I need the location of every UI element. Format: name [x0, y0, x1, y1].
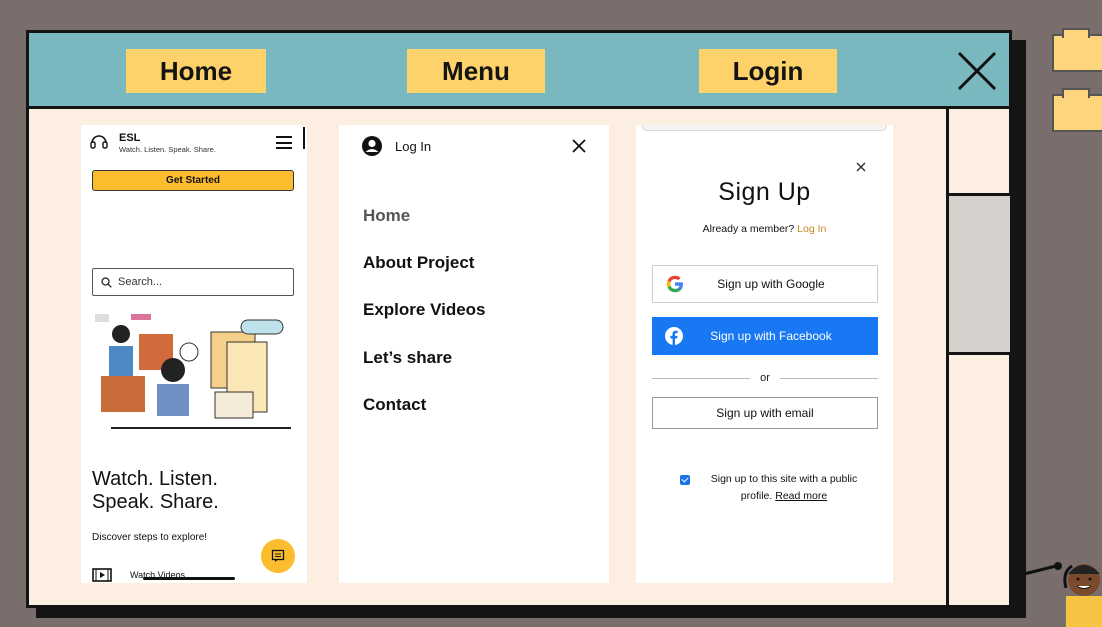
close-icon[interactable]	[955, 49, 999, 93]
menu-login-label: Log In	[395, 138, 432, 154]
hero-title: Watch. Listen. Speak. Share.	[92, 468, 292, 514]
get-started-button[interactable]: Get Started	[92, 170, 294, 191]
hamburger-menu-icon[interactable]	[276, 136, 292, 149]
headphones-logo-icon	[90, 135, 108, 149]
discover-text: Discover steps to explore!	[92, 532, 208, 543]
link-underline	[143, 577, 235, 580]
facebook-signup-button[interactable]: Sign up with Facebook	[652, 317, 878, 355]
menu-screen-mockup: Log In Home About Project Explore Videos…	[339, 125, 609, 583]
tab-login[interactable]: Login	[699, 49, 837, 93]
signup-screen-mockup: Sign Up Already a member? Log In Sign up…	[636, 125, 893, 583]
menu-item-home[interactable]: Home	[363, 206, 410, 226]
read-more-link[interactable]: Read more	[775, 490, 827, 502]
or-label: or	[760, 372, 770, 384]
public-profile-checkbox[interactable]	[680, 475, 690, 485]
already-member-text: Already a member? Log In	[636, 223, 893, 235]
browser-bar	[642, 125, 887, 131]
top-nav-bar: Home Menu Login	[29, 33, 1009, 109]
search-placeholder: Search...	[118, 276, 163, 288]
side-panel	[946, 106, 1010, 608]
site-header: ESL Watch. Listen. Speak. Share.	[81, 125, 307, 159]
hero-title-line1: Watch. Listen.	[92, 468, 218, 490]
menu-item-explore-videos[interactable]: Explore Videos	[363, 300, 486, 320]
chat-icon	[271, 549, 285, 562]
menu-login-link[interactable]: Log In	[361, 135, 431, 157]
public-profile-text: Sign up to this site with a public profi…	[698, 471, 870, 505]
podcast-hero-illustration	[91, 312, 297, 438]
login-link[interactable]: Log In	[797, 223, 826, 235]
home-screen-mockup: ESL Watch. Listen. Speak. Share. Get Sta…	[81, 125, 307, 583]
watch-videos-link[interactable]: Watch Videos	[92, 567, 242, 583]
google-icon	[666, 275, 683, 293]
chat-button[interactable]	[261, 539, 295, 573]
search-input[interactable]: Search...	[92, 268, 294, 296]
facebook-button-label: Sign up with Facebook	[710, 329, 832, 343]
email-signup-button[interactable]: Sign up with email	[652, 397, 878, 429]
already-member-label: Already a member?	[702, 223, 795, 235]
video-icon	[92, 568, 112, 582]
hero-title-line2: Speak. Share.	[92, 491, 219, 513]
menu-item-contact[interactable]: Contact	[363, 395, 426, 415]
search-icon	[101, 276, 112, 288]
menu-item-lets-share[interactable]: Let’s share	[363, 348, 452, 368]
folder-icon[interactable]	[1052, 88, 1102, 132]
close-icon[interactable]	[571, 138, 587, 154]
or-divider: or	[652, 372, 878, 384]
tab-home[interactable]: Home	[126, 49, 266, 93]
scroll-indicator	[303, 127, 305, 149]
menu-item-about-project[interactable]: About Project	[363, 253, 474, 273]
side-panel-grey	[946, 193, 1010, 355]
facebook-icon	[665, 327, 683, 345]
google-signup-button[interactable]: Sign up with Google	[652, 265, 878, 303]
tab-menu[interactable]: Menu	[407, 49, 545, 93]
signup-title: Sign Up	[718, 178, 811, 206]
user-avatar-icon	[362, 136, 382, 156]
brand-name: ESL	[119, 132, 141, 144]
podcaster-mascot-illustration	[1023, 562, 1102, 627]
folder-icon[interactable]	[1052, 28, 1102, 72]
brand-tagline: Watch. Listen. Speak. Share.	[119, 145, 216, 154]
close-icon[interactable]	[855, 161, 867, 173]
google-button-label: Sign up with Google	[717, 277, 825, 291]
public-profile-option: Sign up to this site with a public profi…	[680, 471, 870, 505]
